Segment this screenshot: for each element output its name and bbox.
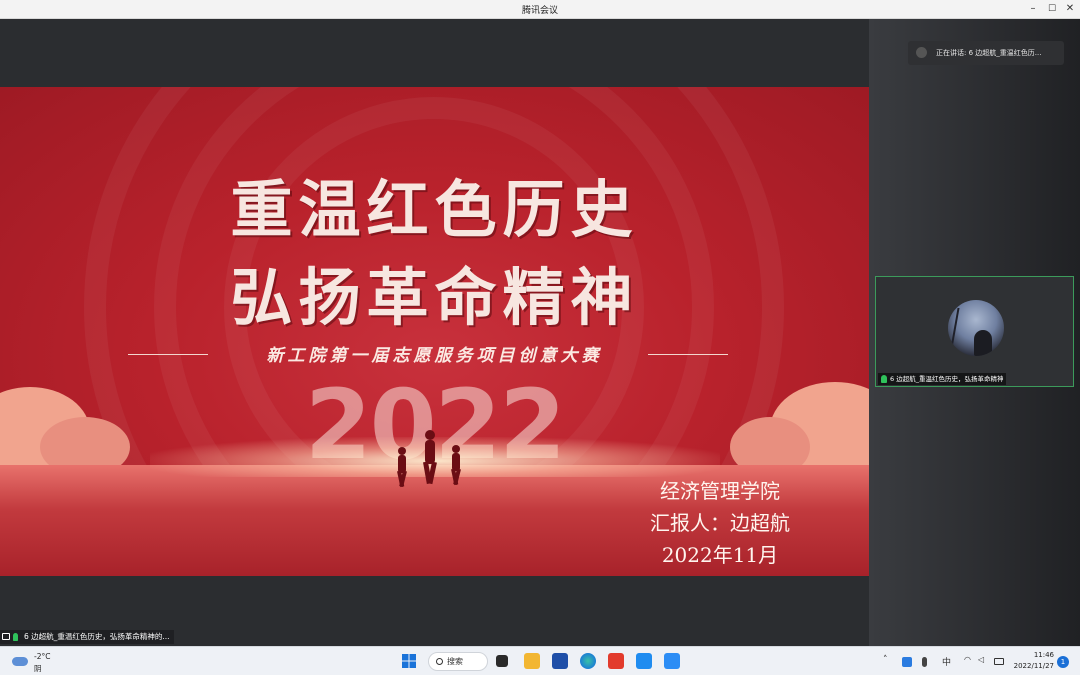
edge-browser-icon[interactable] — [580, 653, 596, 669]
participant-video-tile[interactable]: 6 边超航_重温红色历史，弘扬革命精神 — [875, 276, 1074, 387]
slide-date: 2022年11月 — [661, 543, 779, 567]
taskbar-search-button[interactable]: 搜索 — [428, 652, 488, 671]
wps-icon[interactable] — [608, 653, 624, 669]
app-icon[interactable] — [664, 653, 680, 669]
slide-reporter: 汇报人：边超航 — [650, 511, 790, 535]
battery-icon[interactable] — [994, 658, 1004, 665]
minimize-button[interactable]: – — [1025, 2, 1041, 16]
screen-share-icon — [2, 633, 10, 640]
wifi-icon[interactable]: ◠ — [964, 655, 971, 664]
weather-temp: -2°C — [34, 652, 51, 661]
ime-indicator[interactable]: 中 — [942, 655, 951, 668]
windows-taskbar: -2°C 阴 搜索 ˄ 中 ◠ ◁ 11:46 2022/11/27 1 — [0, 646, 1080, 675]
runners-silhouette — [397, 430, 461, 488]
weather-condition: 阴 — [34, 664, 42, 673]
clock-time: 11:46 — [1033, 651, 1054, 659]
screen-share-label: 6 边超航_重温红色历史，弘扬革命精神的... — [0, 630, 174, 644]
presentation-slide: 重温红色历史 弘扬革命精神 新工院第一届志愿服务项目创意大赛 2022 经济管理… — [0, 87, 869, 576]
search-icon — [436, 658, 443, 665]
close-button[interactable]: ✕ — [1062, 2, 1078, 16]
system-clock[interactable]: 11:46 2022/11/27 — [1010, 650, 1054, 672]
participant-panel: 正在讲话: 6 边超航_重温红色历... 6 边超航_重温红色历史，弘扬革命精神 — [869, 19, 1080, 646]
search-label: 搜索 — [447, 657, 463, 666]
microphone-icon[interactable] — [922, 657, 927, 667]
shared-screen-area[interactable]: 重温红色历史 弘扬革命精神 新工院第一届志愿服务项目创意大赛 2022 经济管理… — [0, 19, 869, 646]
participant-name-text: 6 边超航_重温红色历史，弘扬革命精神 — [890, 375, 1004, 383]
slide-title-line2: 弘扬革命精神 — [230, 261, 639, 334]
speaking-indicator: 正在讲话: 6 边超航_重温红色历... — [908, 41, 1064, 65]
slide-subtitle: 新工院第一届志愿服务项目创意大赛 — [266, 346, 603, 366]
volume-icon[interactable]: ◁ — [978, 655, 984, 664]
task-view-icon[interactable] — [496, 655, 508, 667]
speaking-text: 正在讲话: 6 边超航_重温红色历... — [936, 49, 1042, 57]
tencent-meeting-icon[interactable] — [636, 653, 652, 669]
avatar-person — [974, 330, 992, 356]
word-icon[interactable] — [552, 653, 568, 669]
title-bar: 腾讯会议 – ☐ ✕ — [0, 0, 1080, 19]
slide-college: 经济管理学院 — [660, 479, 780, 503]
mic-on-icon — [13, 633, 18, 641]
window-title: 腾讯会议 — [521, 6, 558, 16]
screen-share-text: 6 边超航_重温红色历史，弘扬革命精神的... — [24, 632, 170, 641]
avatar — [948, 300, 1004, 356]
maximize-button[interactable]: ☐ — [1044, 2, 1060, 16]
mic-on-icon — [881, 375, 887, 383]
windows-start-icon[interactable] — [401, 653, 417, 669]
meeting-window: 腾讯会议 – ☐ ✕ 重温红色历史 弘扬革命精神 新工院第一届志愿服务项目创意大… — [0, 0, 1080, 646]
cloud-icon — [12, 657, 28, 666]
file-explorer-icon[interactable] — [524, 653, 540, 669]
clock-date: 2022/11/27 — [1013, 662, 1054, 670]
speaker-avatar-icon — [916, 47, 927, 58]
slide-title-line1: 重温红色历史 — [230, 173, 639, 246]
weather-widget[interactable]: -2°C 阴 — [10, 651, 70, 673]
chevron-up-icon[interactable]: ˄ — [883, 655, 888, 665]
notification-badge[interactable]: 1 — [1057, 656, 1069, 668]
participant-name-label: 6 边超航_重温红色历史，弘扬革命精神 — [878, 373, 1007, 385]
tray-app-icon[interactable] — [902, 657, 912, 667]
